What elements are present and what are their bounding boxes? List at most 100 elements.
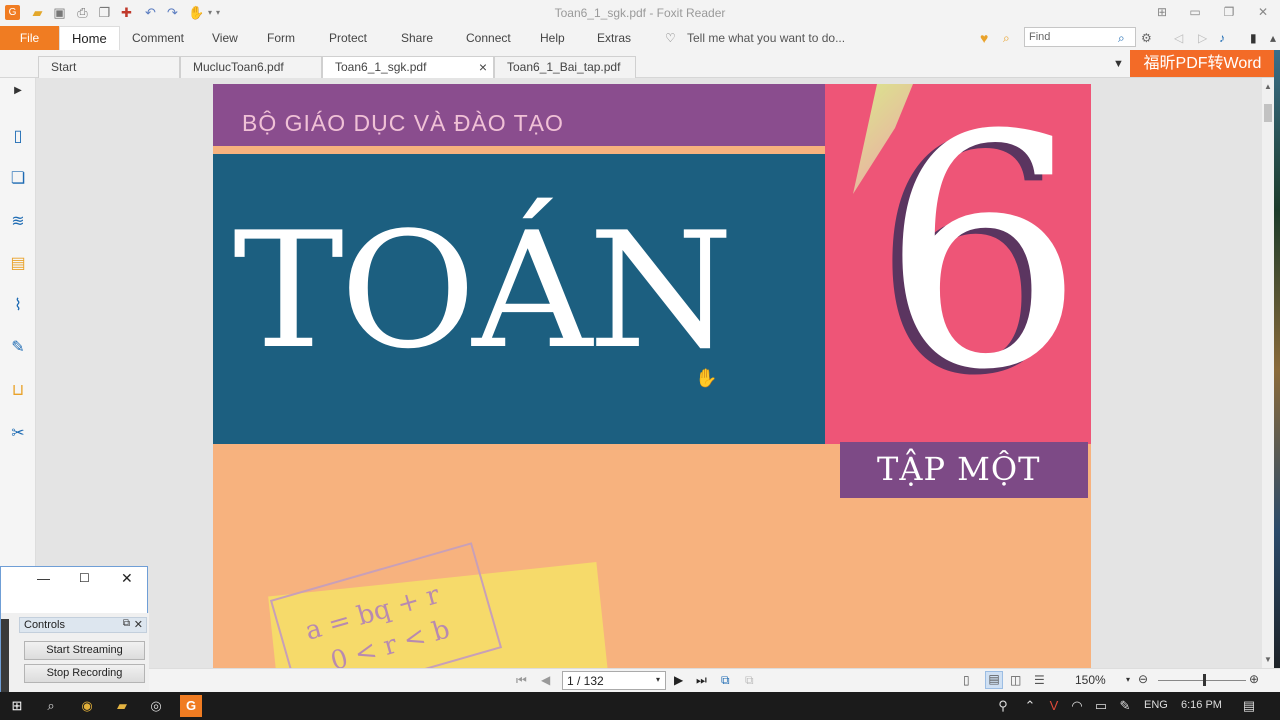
lock-icon[interactable]: ⊔ — [7, 380, 29, 402]
start-streaming-button[interactable]: Start Streaming — [24, 641, 145, 660]
maximize-button[interactable]: ☐ — [79, 571, 90, 585]
lightbulb-icon: ♡ — [665, 31, 676, 45]
controls-title: Controls — [24, 619, 65, 631]
back-icon[interactable]: ◁ — [1174, 26, 1183, 50]
bell-icon[interactable]: ♪ — [1219, 26, 1225, 50]
pages-thumbnails-icon[interactable]: ❏ — [7, 168, 29, 190]
favorite-icon[interactable]: ♥ — [980, 26, 988, 50]
taskbar: ⊞ ⌕ ◉ ▰ ◎ G ⚲ ⌃ V ◠ ▭ ✎ ENG 6:16 PM ▤ — [0, 692, 1280, 720]
close-tab-icon[interactable]: × — [479, 57, 487, 77]
tab-protect[interactable]: Protect — [329, 26, 367, 50]
stop-recording-button[interactable]: Stop Recording — [24, 664, 145, 683]
notifications-icon[interactable]: ▤ — [1240, 697, 1258, 715]
next-page-icon[interactable]: ▶ — [674, 673, 683, 687]
minimize-button[interactable]: ▭ — [1185, 4, 1205, 20]
zoom-slider-thumb[interactable] — [1203, 674, 1206, 686]
chrome-icon[interactable]: ◉ — [78, 697, 96, 715]
scroll-thumb[interactable] — [1264, 104, 1272, 122]
collapse-ribbon-icon[interactable]: ▴ — [1270, 26, 1276, 50]
maximize-button[interactable]: ❐ — [1219, 4, 1239, 20]
tab-comment[interactable]: Comment — [132, 26, 184, 50]
previous-page-icon[interactable]: ◀ — [541, 673, 550, 687]
continuous-page-icon[interactable]: ▤ — [985, 671, 1003, 689]
tab-help[interactable]: Help — [540, 26, 565, 50]
folder-search-icon[interactable]: ⌕ — [1003, 26, 1010, 50]
float-panel-icon[interactable]: ⧉ — [123, 618, 130, 629]
pen-icon[interactable]: ✎ — [1116, 697, 1134, 715]
page-icon[interactable]: ▯ — [7, 126, 29, 148]
attachment-icon[interactable]: ⌇ — [7, 295, 29, 317]
close-panel-icon[interactable]: ✕ — [134, 618, 143, 631]
windows-start-icon[interactable]: ⊞ — [8, 697, 26, 715]
zoom-level[interactable]: 150% — [1075, 673, 1106, 687]
clock[interactable]: 6:16 PM — [1181, 699, 1222, 711]
hand-cursor-icon: ✋ — [695, 368, 718, 388]
show-hidden-icons[interactable]: ⌃ — [1021, 697, 1039, 715]
tab-view[interactable]: View — [212, 26, 238, 50]
expand-panel-icon[interactable]: ▶ — [7, 80, 29, 102]
user-icon[interactable]: ▮ — [1250, 26, 1257, 50]
page-number-input[interactable]: 1 / 132 — [562, 671, 666, 690]
scroll-down-icon[interactable]: ▼ — [1264, 655, 1272, 664]
file-explorer-icon[interactable]: ▰ — [113, 697, 131, 715]
layers-icon[interactable]: ≋ — [7, 211, 29, 233]
next-view-icon[interactable]: ⧉ — [745, 673, 754, 688]
first-page-icon[interactable]: ⏮ — [516, 673, 527, 688]
tab-label: Toan6_1_sgk.pdf — [335, 60, 427, 74]
title-bar: G ▰ ▣ ⎙ ❐ ✚ ↶ ↷ ✋ ▾ ▾ Toan6_1_sgk.pdf - … — [0, 0, 1280, 26]
search-icon[interactable]: ⌕ — [1118, 26, 1125, 50]
tab-toan6-1-sgk[interactable]: Toan6_1_sgk.pdf × — [322, 56, 494, 78]
foxit-taskbar-icon[interactable]: G — [180, 695, 202, 717]
tab-start[interactable]: Start — [38, 56, 180, 78]
grade-number: 6 — [881, 84, 1085, 440]
continuous-facing-icon[interactable]: ☰ — [1034, 673, 1045, 687]
wifi-icon[interactable]: ◠ — [1068, 697, 1086, 715]
tab-form[interactable]: Form — [267, 26, 295, 50]
status-bar: ⏮ ◀ 1 / 132 ▾ ▶ ⏭ ⧉ ⧉ ▯ ▤ ◫ ☰ 150% ▾ ⊖ ⊕ — [0, 668, 1280, 692]
tab-list-dropdown-icon[interactable]: ▼ — [1113, 58, 1124, 70]
file-menu-button[interactable]: File — [0, 26, 59, 50]
close-button[interactable]: ✕ — [1253, 4, 1273, 20]
window-title: Toan6_1_sgk.pdf - Foxit Reader — [554, 6, 726, 20]
tell-me-search[interactable]: Tell me what you want to do... — [687, 26, 845, 50]
tools-icon[interactable]: ✂ — [7, 423, 29, 445]
scroll-up-icon[interactable]: ▲ — [1264, 82, 1272, 91]
battery-icon[interactable]: ▭ — [1092, 697, 1110, 715]
last-page-icon[interactable]: ⏭ — [696, 673, 707, 688]
desktop-background-strip — [1274, 50, 1280, 692]
page-dropdown-icon[interactable]: ▾ — [656, 675, 660, 684]
single-page-icon[interactable]: ▯ — [963, 673, 970, 687]
controls-window: — ☐ ✕ Controls ⧉ ✕ Start Streaming Stop … — [0, 566, 149, 693]
volume-label: TẬP MỘT — [877, 450, 1041, 488]
facing-page-icon[interactable]: ◫ — [1010, 673, 1021, 687]
tab-muclucToan6[interactable]: MuclucToan6.pdf — [180, 56, 322, 78]
zoom-dropdown-icon[interactable]: ▾ — [1126, 675, 1130, 684]
vertical-scrollbar[interactable]: ▲ ▼ — [1262, 78, 1274, 668]
minimize-button[interactable]: — — [37, 571, 50, 586]
pdf-page[interactable]: BỘ GIÁO DỤC VÀ ĐÀO TẠO TOÁN 6 TẬP MỘT a … — [213, 84, 1091, 669]
tab-home[interactable]: Home — [59, 26, 120, 51]
tab-extras[interactable]: Extras — [597, 26, 631, 50]
formula-box: a = bq + r 0 < r < b — [269, 542, 503, 669]
language-indicator[interactable]: ENG — [1144, 699, 1168, 711]
zoom-out-icon[interactable]: ⊖ — [1138, 672, 1148, 686]
zoom-in-icon[interactable]: ⊕ — [1249, 672, 1259, 686]
close-button[interactable]: ✕ — [121, 570, 133, 587]
people-icon[interactable]: ⚲ — [994, 697, 1012, 715]
tab-connect[interactable]: Connect — [466, 26, 511, 50]
zoom-slider[interactable] — [1158, 680, 1246, 681]
tab-share[interactable]: Share — [401, 26, 433, 50]
vivaldi-tray-icon[interactable]: V — [1045, 697, 1063, 715]
obs-icon[interactable]: ◎ — [147, 697, 165, 715]
forward-icon[interactable]: ▷ — [1198, 26, 1207, 50]
comments-icon[interactable]: ▤ — [7, 253, 29, 275]
ministry-heading: BỘ GIÁO DỤC VÀ ĐÀO TẠO — [242, 110, 564, 136]
restore-layout-icon[interactable]: ⊞ — [1152, 4, 1172, 20]
tab-toan6-1-bai-tap[interactable]: Toan6_1_Bai_tap.pdf — [494, 56, 636, 78]
signature-icon[interactable]: ✎ — [7, 337, 29, 359]
document-tabs: Start MuclucToan6.pdf Toan6_1_sgk.pdf × … — [0, 50, 1280, 78]
previous-view-icon[interactable]: ⧉ — [721, 673, 730, 688]
gear-icon[interactable]: ⚙ — [1141, 26, 1152, 50]
search-icon[interactable]: ⌕ — [42, 697, 60, 715]
pdf-to-word-banner[interactable]: 福昕PDF转Word — [1130, 50, 1275, 77]
